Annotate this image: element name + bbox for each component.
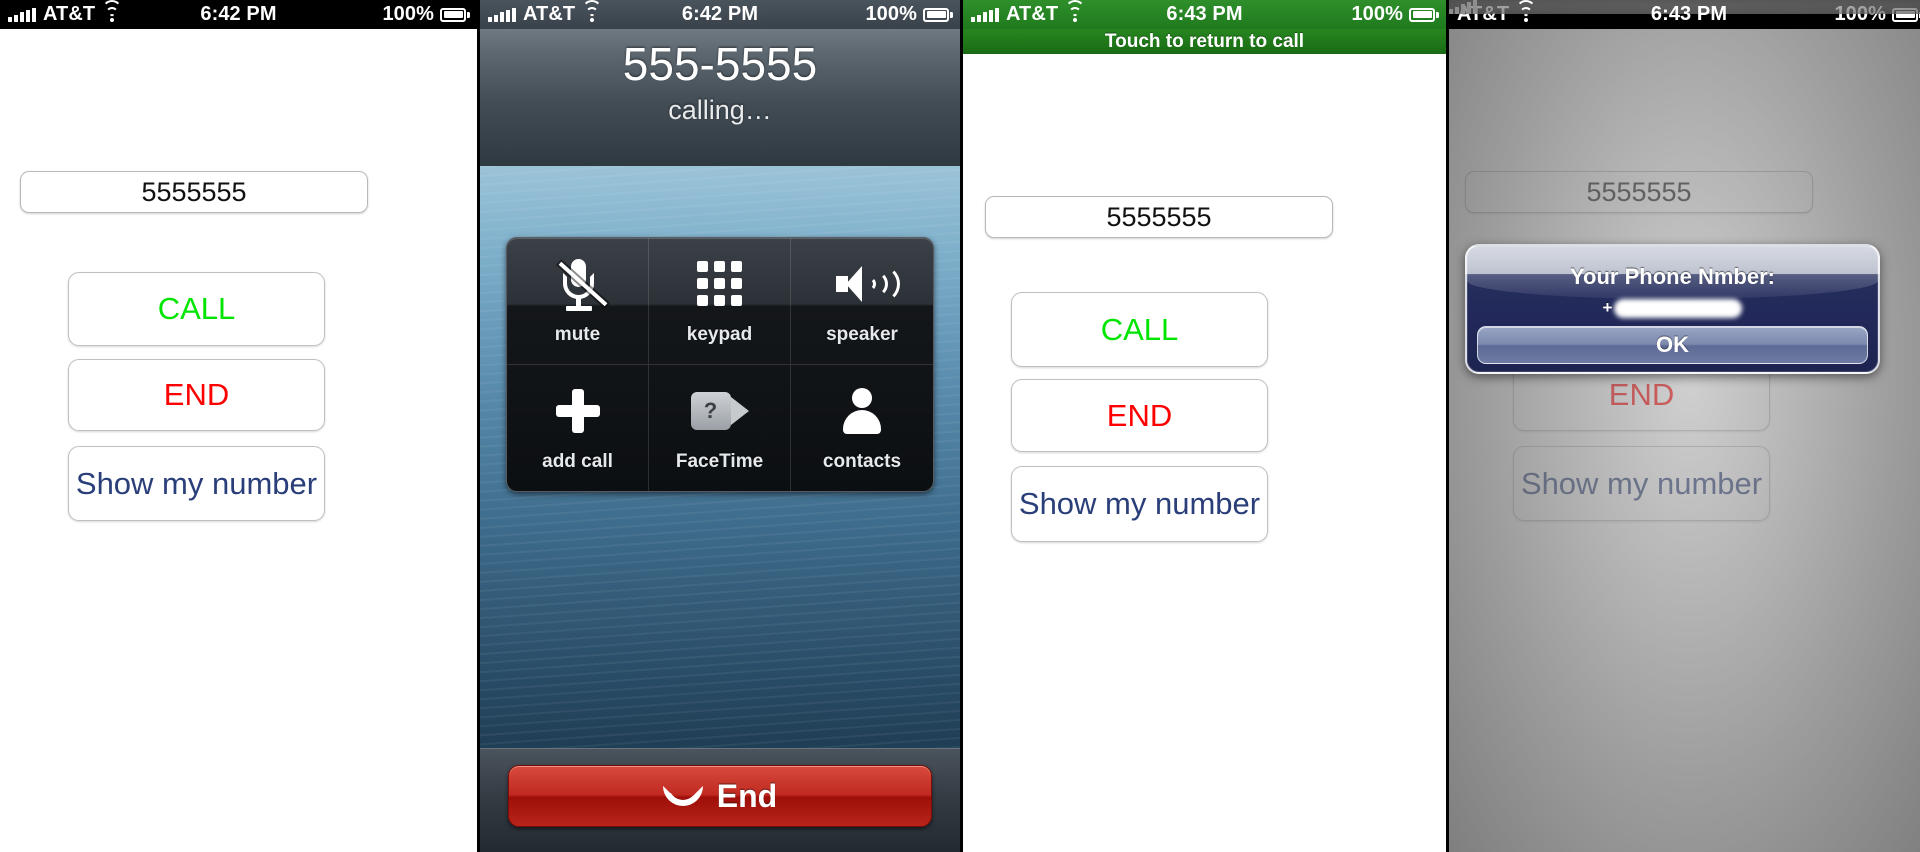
battery-icon	[1892, 7, 1920, 22]
return-to-call-banner[interactable]: Touch to return to call	[963, 29, 1446, 54]
panel-dialer-during-call: AT&T 6:43 PM 100% Touch to return to cal…	[963, 0, 1446, 852]
carrier-label: AT&T	[523, 3, 576, 25]
app-body: 5555555 CALL END Show my number	[0, 29, 477, 852]
facetime-button[interactable]: ? FaceTime	[649, 364, 791, 491]
app-body: 5555555 CALL END Show my number Your Pho…	[1449, 29, 1920, 852]
call-actions-grid: mute keypad speaker add call ? FaceTime …	[506, 237, 934, 492]
show-my-number-button[interactable]: Show my number	[1011, 466, 1268, 542]
status-bar-right: 100%	[1351, 3, 1446, 26]
phone-number-input[interactable]: 5555555	[20, 171, 368, 213]
status-bar-left: AT&T	[963, 0, 1086, 26]
call-button[interactable]: CALL	[68, 272, 325, 346]
status-bar: AT&T 6:42 PM 100%	[0, 0, 477, 29]
signal-bars-icon	[488, 7, 516, 22]
alert-ok-button[interactable]: OK	[1477, 326, 1868, 364]
status-bar-right: 100%	[1834, 3, 1920, 26]
app-body: 5555555 CALL END Show my number	[963, 54, 1446, 852]
signal-bars-icon	[8, 7, 36, 22]
status-bar-right: 100%	[865, 3, 960, 26]
call-header: 555-5555 calling…	[480, 29, 960, 166]
end-button[interactable]: END	[68, 359, 325, 431]
status-bar: AT&T 6:42 PM 100%	[480, 0, 960, 29]
status-bar-left: AT&T	[480, 0, 603, 26]
end-call-button[interactable]: End	[508, 765, 932, 827]
facetime-video-icon: ?	[690, 383, 749, 439]
status-bar-left: AT&T	[1449, 0, 1920, 26]
contacts-label: contacts	[822, 450, 902, 472]
alert-message-prefix: +	[1602, 298, 1613, 317]
mute-label: mute	[554, 323, 601, 345]
mute-button[interactable]: mute	[507, 238, 649, 365]
alert-message: +	[1467, 298, 1878, 318]
end-call-label: End	[716, 777, 778, 814]
add-call-label: add call	[542, 450, 613, 472]
add-call-button[interactable]: add call	[507, 364, 649, 491]
keypad-label: keypad	[686, 323, 753, 345]
carrier-label: AT&T	[1457, 3, 1510, 25]
speaker-label: speaker	[826, 323, 898, 345]
phone-number-input[interactable]: 5555555	[1465, 171, 1813, 213]
call-number-label: 555-5555	[622, 38, 818, 90]
wifi-icon	[1065, 0, 1086, 22]
show-my-number-button[interactable]: Show my number	[1513, 446, 1770, 521]
facetime-label: FaceTime	[675, 450, 764, 472]
panel-dialer-idle: AT&T 6:42 PM 100% 5555555 CALL END Show …	[0, 0, 477, 852]
contacts-person-icon	[841, 383, 883, 439]
keypad-button[interactable]: keypad	[649, 238, 791, 365]
carrier-label: AT&T	[43, 3, 96, 25]
speaker-button[interactable]: speaker	[791, 238, 933, 365]
handset-icon	[662, 786, 703, 806]
wifi-icon	[582, 0, 603, 22]
call-status-label: calling…	[668, 95, 772, 125]
alert-title: Your Phone Nmber:	[1570, 264, 1775, 289]
speaker-icon	[834, 256, 900, 312]
signal-bars-icon	[971, 7, 999, 22]
battery-icon	[1409, 7, 1439, 22]
call-button[interactable]: CALL	[1011, 292, 1268, 367]
keypad-icon	[697, 256, 742, 312]
redacted-phone-number	[1614, 298, 1743, 318]
phone-number-input[interactable]: 5555555	[985, 196, 1333, 238]
panel-in-call: AT&T 6:42 PM 100% 555-5555 calling… mute…	[480, 0, 960, 852]
modal-dim-overlay	[1449, 29, 1920, 852]
phone-number-alert-dialog: Your Phone Nmber: + OK	[1465, 244, 1880, 374]
battery-percent-label: 100%	[865, 3, 917, 25]
end-button[interactable]: END	[1011, 379, 1268, 452]
show-my-number-button[interactable]: Show my number	[68, 446, 325, 521]
wifi-icon	[102, 0, 123, 22]
contacts-button[interactable]: contacts	[791, 365, 933, 492]
carrier-label: AT&T	[1006, 3, 1059, 25]
status-bar: AT&T 6:43 PM 100%	[1449, 0, 1920, 29]
end-call-bar: End	[480, 748, 960, 852]
battery-icon	[923, 7, 953, 22]
status-bar: AT&T 6:43 PM 100%	[963, 0, 1446, 29]
battery-percent-label: 100%	[382, 3, 434, 25]
status-bar-left: AT&T	[0, 0, 123, 26]
plus-icon	[555, 383, 601, 439]
status-bar-right: 100%	[382, 3, 477, 26]
microphone-muted-icon	[554, 256, 607, 312]
battery-percent-label: 100%	[1351, 3, 1403, 25]
wifi-icon	[1516, 0, 1537, 22]
screenshot-sheet: AT&T 6:42 PM 100% 5555555 CALL END Show …	[0, 0, 1920, 852]
battery-percent-label: 100%	[1834, 3, 1886, 25]
panel-dialer-alert: AT&T 6:43 PM 100% 5555555 CALL END Show …	[1449, 0, 1920, 852]
battery-icon	[440, 7, 470, 22]
